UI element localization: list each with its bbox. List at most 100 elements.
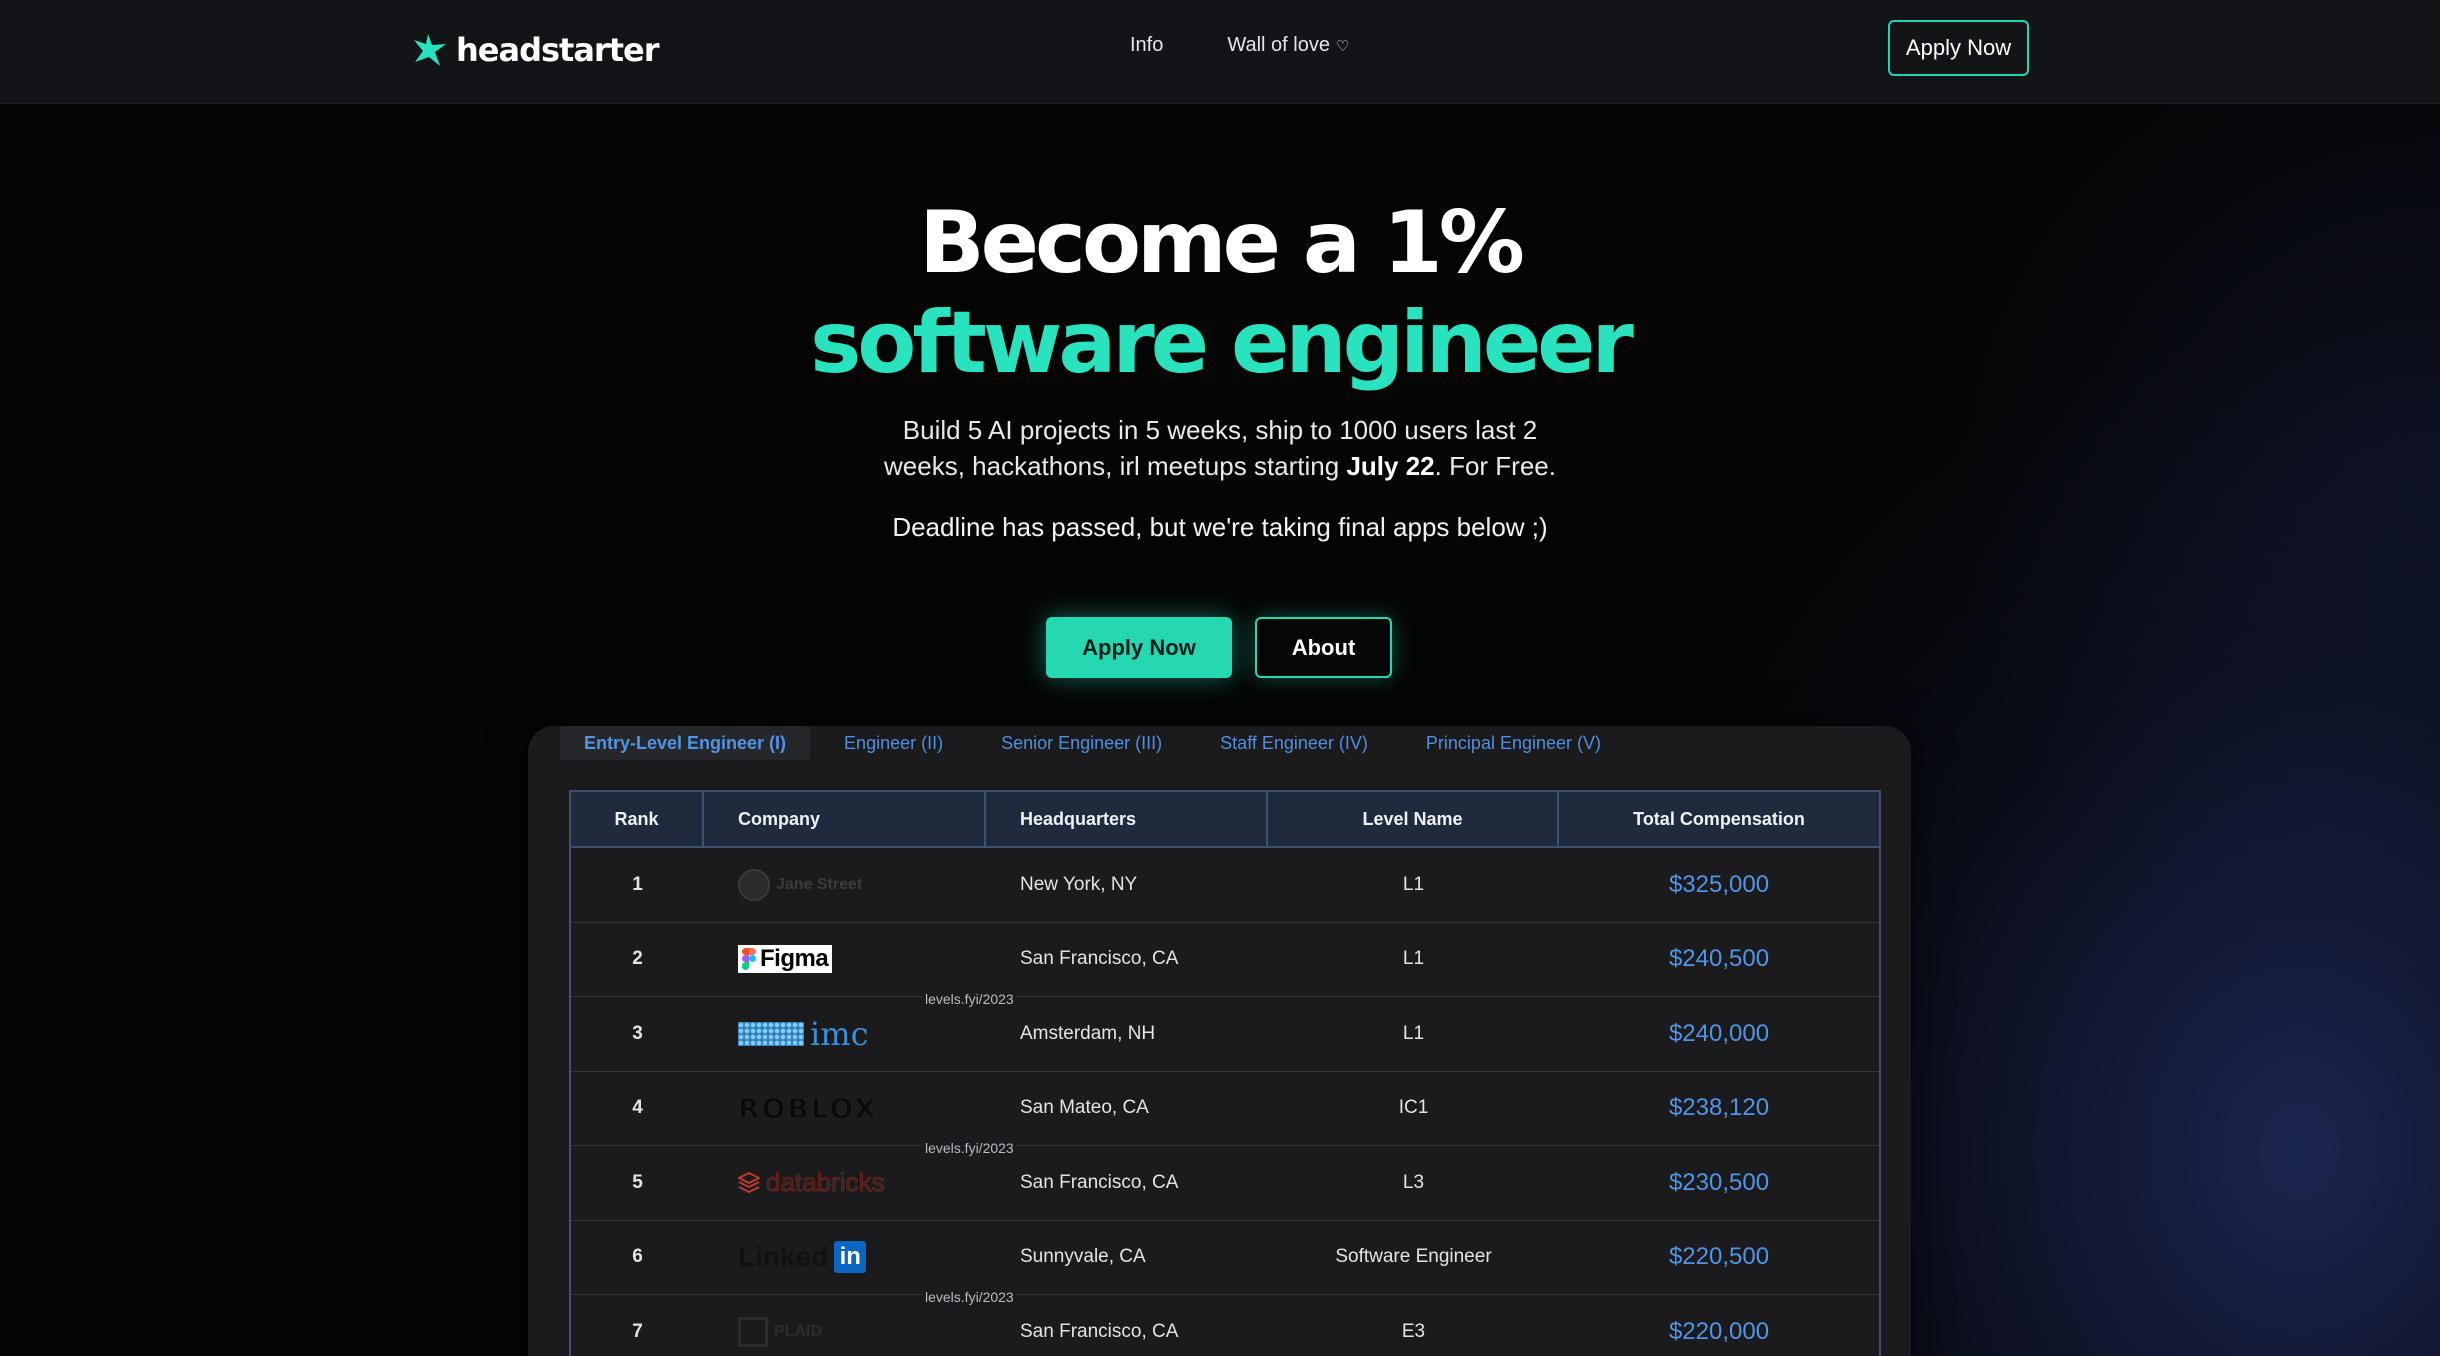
top-nav: headstarter Info Wall of love ♡ Apply No…: [0, 0, 2440, 104]
comp-value: $240,500: [1668, 945, 1770, 973]
linkedin-logo: Linked in: [738, 1237, 867, 1277]
hq-cell: Sunnyvale, CA: [1020, 1246, 1146, 1268]
tab-senior-engineer[interactable]: Senior Engineer (III): [977, 726, 1186, 760]
col-headquarters: Headquarters: [986, 792, 1268, 846]
level-cell: Software Engineer: [1335, 1246, 1492, 1268]
rank-cell: 6: [632, 1246, 643, 1268]
company-name: PLAID: [774, 1322, 822, 1340]
nav-link-wall-of-love-label: Wall of love: [1227, 34, 1330, 56]
company-cell: databricks: [704, 1146, 986, 1220]
brand-logo[interactable]: headstarter: [412, 28, 659, 72]
hq-cell: San Mateo, CA: [1020, 1097, 1149, 1119]
comp-cell: $240,500: [1559, 923, 1879, 997]
databricks-mark-icon: [738, 1171, 760, 1193]
tab-principal-engineer[interactable]: Principal Engineer (V): [1402, 726, 1625, 760]
imc-logo: imc: [738, 1014, 869, 1054]
comp-value: $238,120: [1668, 1094, 1770, 1122]
levels-watermark: levels.fyi/2023: [923, 1289, 1016, 1305]
heart-icon: ♡: [1336, 37, 1350, 55]
compensation-table: Rank Company Headquarters Level Name Tot…: [569, 790, 1881, 1356]
company-name: Linked: [738, 1241, 829, 1273]
company-name: Figma: [760, 945, 829, 973]
table-row: 5 databricks San Francisco, CA L3 $230,5…: [571, 1146, 1879, 1221]
hero-subtitle-part2: . For Free.: [1434, 451, 1556, 481]
rank-cell: 1: [632, 873, 643, 895]
nav-link-info-label: Info: [1130, 34, 1164, 56]
table-row: 2 Figma San Francisco, CA L1 $240,500 le…: [571, 922, 1879, 1007]
nav-link-wall-of-love[interactable]: Wall of love ♡: [1227, 34, 1349, 57]
hq-cell: San Francisco, CA: [1020, 1320, 1179, 1342]
brand-name: headstarter: [456, 31, 659, 69]
level-cell: E3: [1401, 1320, 1426, 1342]
table-row: 4 ROBLOX San Mateo, CA IC1 $238,120 leve…: [571, 1071, 1879, 1156]
company-name: databricks: [766, 1167, 885, 1198]
comp-value: $325,000: [1668, 870, 1770, 898]
hq-cell: San Francisco, CA: [1020, 1171, 1179, 1193]
company-name: Jane Street: [776, 875, 863, 893]
comp-cell: $240,000: [1559, 997, 1879, 1071]
plaid-mark-icon: [738, 1316, 768, 1347]
level-cell: L3: [1402, 1171, 1425, 1193]
company-cell: Jane Street: [704, 848, 986, 922]
rank-cell: 3: [632, 1022, 643, 1044]
rank-cell: 4: [632, 1097, 643, 1119]
nav-apply-button[interactable]: Apply Now: [1888, 20, 2029, 76]
company-name: imc: [810, 1014, 869, 1053]
hero-about-button[interactable]: About: [1255, 617, 1392, 678]
rank-cell: 5: [632, 1171, 643, 1193]
company-cell: Figma: [704, 923, 986, 997]
linkedin-in-icon: in: [834, 1241, 867, 1274]
level-tabs: Entry-Level Engineer (I) Engineer (II) S…: [560, 726, 1635, 760]
col-company: Company: [704, 792, 986, 846]
comp-value: $220,000: [1668, 1317, 1770, 1345]
tab-staff-engineer[interactable]: Staff Engineer (IV): [1196, 726, 1392, 760]
table-header: Rank Company Headquarters Level Name Tot…: [571, 792, 1879, 848]
table-row: 3 imc Amsterdam, NH L1 $240,000: [571, 997, 1879, 1072]
rank-cell: 7: [632, 1320, 643, 1342]
nav-links: Info Wall of love ♡: [1130, 34, 1349, 57]
jane-street-logo: Jane Street: [738, 865, 862, 905]
figma-logo: Figma: [738, 945, 833, 974]
plaid-logo: PLAID: [738, 1312, 822, 1352]
company-cell: ROBLOX: [704, 1072, 986, 1146]
comp-value: $220,500: [1668, 1243, 1770, 1271]
compensation-panel: Entry-Level Engineer (I) Engineer (II) S…: [528, 726, 1911, 1356]
levels-watermark: levels.fyi/2023: [923, 1140, 1016, 1156]
table-row: 1 Jane Street New York, NY L1 $325,000: [571, 848, 1879, 923]
table-row: 7 PLAID San Francisco, CA E3 $220,000: [571, 1295, 1879, 1356]
col-total-compensation: Total Compensation: [1633, 808, 1805, 829]
hero-subtitle-date: July 22: [1346, 451, 1435, 481]
star-logo-icon: [414, 34, 446, 66]
comp-value: $240,000: [1668, 1019, 1770, 1047]
comp-cell: $230,500: [1559, 1146, 1879, 1220]
col-rank: Rank: [571, 792, 704, 846]
level-cell: L1: [1402, 1022, 1425, 1044]
roblox-logo: ROBLOX: [738, 1091, 878, 1125]
comp-cell: $220,500: [1559, 1221, 1879, 1295]
hero-subtitle: Build 5 AI projects in 5 weeks, ship to …: [860, 412, 1580, 484]
company-cell: Linked in: [704, 1221, 986, 1295]
hero-apply-button[interactable]: Apply Now: [1046, 617, 1232, 678]
comp-cell: $220,000: [1559, 1295, 1879, 1356]
company-cell: imc: [704, 997, 986, 1071]
nav-link-info[interactable]: Info: [1130, 34, 1163, 57]
figma-mark-icon: [742, 948, 756, 971]
hero-title-line2: software engineer: [810, 293, 1634, 393]
databricks-logo: databricks: [738, 1163, 885, 1203]
level-cell: L1: [1402, 873, 1425, 895]
comp-value: $230,500: [1668, 1168, 1770, 1196]
comp-cell: $238,120: [1559, 1072, 1879, 1146]
comp-cell: $325,000: [1559, 848, 1879, 922]
deadline-note: Deadline has passed, but we're taking fi…: [892, 512, 1548, 542]
level-cell: IC1: [1398, 1097, 1429, 1119]
tab-engineer[interactable]: Engineer (II): [820, 726, 967, 760]
jane-street-mark-icon: [738, 868, 770, 901]
rank-cell: 2: [632, 948, 643, 970]
levels-watermark: levels.fyi/2023: [923, 991, 1016, 1007]
level-cell: L1: [1402, 948, 1425, 970]
imc-mark-icon: [738, 1021, 804, 1046]
hq-cell: San Francisco, CA: [1020, 948, 1179, 970]
hero-title-line1: Become a 1%: [919, 193, 1525, 293]
hq-cell: New York, NY: [1020, 873, 1138, 895]
tab-entry-level[interactable]: Entry-Level Engineer (I): [560, 726, 811, 760]
